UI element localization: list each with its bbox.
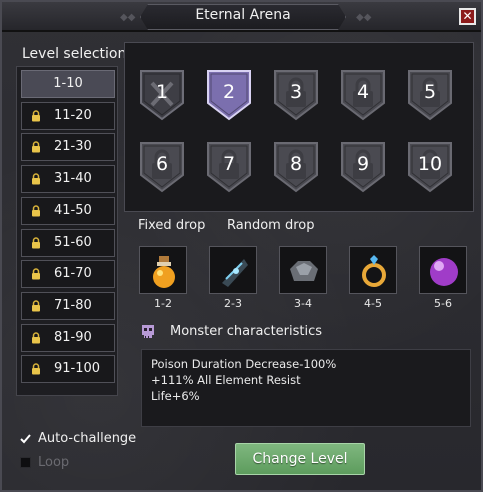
checkmark-icon [20, 434, 31, 444]
level-number: 9 [356, 153, 370, 175]
title-ornament-left-icon: ◆◆ [120, 12, 136, 23]
level-number: 3 [289, 81, 303, 103]
drop-slot[interactable] [419, 246, 467, 294]
change-level-button[interactable]: Change Level [235, 443, 365, 475]
level-9-badge[interactable]: 9 [340, 141, 386, 193]
lock-icon [32, 236, 40, 248]
level-range-item[interactable]: 71-80 [21, 291, 115, 320]
drop-slot[interactable] [139, 246, 187, 294]
level-range-label: 61-70 [54, 266, 92, 282]
drop-slot[interactable] [279, 246, 327, 294]
monster-characteristics-box: Poison Duration Decrease-100% +111% All … [141, 349, 471, 427]
monster-trait: Poison Duration Decrease-100% [151, 357, 337, 371]
level-range-item[interactable]: 81-90 [21, 323, 115, 352]
level-range-item[interactable]: 1-10 [21, 70, 115, 98]
potion-icon [153, 256, 175, 288]
level-range-label: 71-80 [54, 297, 92, 313]
checkbox-empty-icon [20, 457, 31, 468]
level-8-badge[interactable]: 8 [273, 141, 319, 193]
level-selection-label: Level selection [22, 46, 127, 62]
shard-icon [222, 259, 248, 287]
drop-quantity: 1-2 [154, 297, 172, 310]
level-range-item[interactable]: 11-20 [21, 101, 115, 130]
lock-icon [32, 173, 40, 185]
level-range-item[interactable]: 91-100 [21, 355, 115, 384]
lock-icon [32, 363, 40, 375]
level-range-label: 31-40 [54, 171, 92, 187]
level-range-label: 81-90 [54, 329, 92, 345]
level-range-item[interactable]: 61-70 [21, 260, 115, 289]
drop-quantity: 5-6 [434, 297, 452, 310]
level-range-label: 51-60 [54, 234, 92, 250]
level-range-label: 1-10 [53, 76, 83, 91]
drop-quantity: 3-4 [294, 297, 312, 310]
level-range-label: 91-100 [54, 361, 101, 377]
drop-slot[interactable] [349, 246, 397, 294]
skull-icon [142, 325, 154, 338]
title-bar: ◆◆ Eternal Arena ◆◆ ✕ [2, 2, 481, 32]
level-number: 4 [356, 81, 370, 103]
window-title: Eternal Arena [195, 7, 291, 23]
eternal-arena-window: ◆◆ Eternal Arena ◆◆ ✕ Level selection 1-… [0, 0, 483, 492]
level-range-item[interactable]: 41-50 [21, 196, 115, 225]
tab-random-drop[interactable]: Random drop [227, 218, 314, 233]
level-range-list: 1-10 11-20 21-30 31-40 41-50 51-60 61-70 71-80 8… [16, 66, 118, 396]
monster-characteristics-heading: Monster characteristics [170, 324, 323, 339]
level-range-item[interactable]: 51-60 [21, 228, 115, 257]
level-range-label: 11-20 [54, 107, 92, 123]
monster-trait: Life+6% [151, 389, 200, 403]
drop-quantity: 4-5 [364, 297, 382, 310]
level-number: 7 [222, 153, 236, 175]
drop-slot[interactable] [209, 246, 257, 294]
title-ornament-right-icon: ◆◆ [356, 12, 372, 23]
loop-label: Loop [38, 455, 70, 470]
level-range-label: 41-50 [54, 202, 92, 218]
level-7-badge[interactable]: 7 [206, 141, 252, 193]
level-10-badge[interactable]: 10 [407, 141, 453, 193]
ring-icon [362, 255, 386, 287]
level-1-badge[interactable]: 1 [139, 69, 185, 121]
lock-icon [32, 331, 40, 344]
auto-challenge-label: Auto-challenge [38, 431, 137, 446]
level-range-item[interactable]: 31-40 [21, 165, 115, 194]
level-number: 8 [289, 153, 303, 175]
close-icon[interactable]: ✕ [459, 8, 476, 25]
level-6-badge[interactable]: 6 [139, 141, 185, 193]
level-number: 1 [155, 81, 169, 103]
level-4-badge[interactable]: 4 [340, 69, 386, 121]
level-3-badge[interactable]: 3 [273, 69, 319, 121]
monster-trait: +111% All Element Resist [151, 373, 301, 387]
orb-icon [430, 258, 458, 286]
level-number: 2 [222, 81, 236, 103]
lock-icon [32, 109, 40, 122]
level-number: 5 [423, 81, 437, 103]
level-range-label: 21-30 [54, 139, 92, 155]
level-number: 10 [417, 153, 443, 175]
level-range-item[interactable]: 21-30 [21, 133, 115, 162]
lock-icon [32, 300, 40, 312]
lock-icon [32, 268, 40, 280]
level-2-badge[interactable]: 2 [206, 69, 252, 121]
drop-quantity: 2-3 [224, 297, 242, 310]
level-number: 6 [155, 153, 169, 175]
tab-fixed-drop[interactable]: Fixed drop [138, 218, 205, 233]
lock-icon [32, 141, 40, 153]
lock-icon [32, 205, 40, 217]
level-5-badge[interactable]: 5 [407, 69, 453, 121]
level-grid: 1 2 3 4 5 6 7 8 9 10 [124, 42, 474, 212]
ore-icon [290, 261, 318, 281]
